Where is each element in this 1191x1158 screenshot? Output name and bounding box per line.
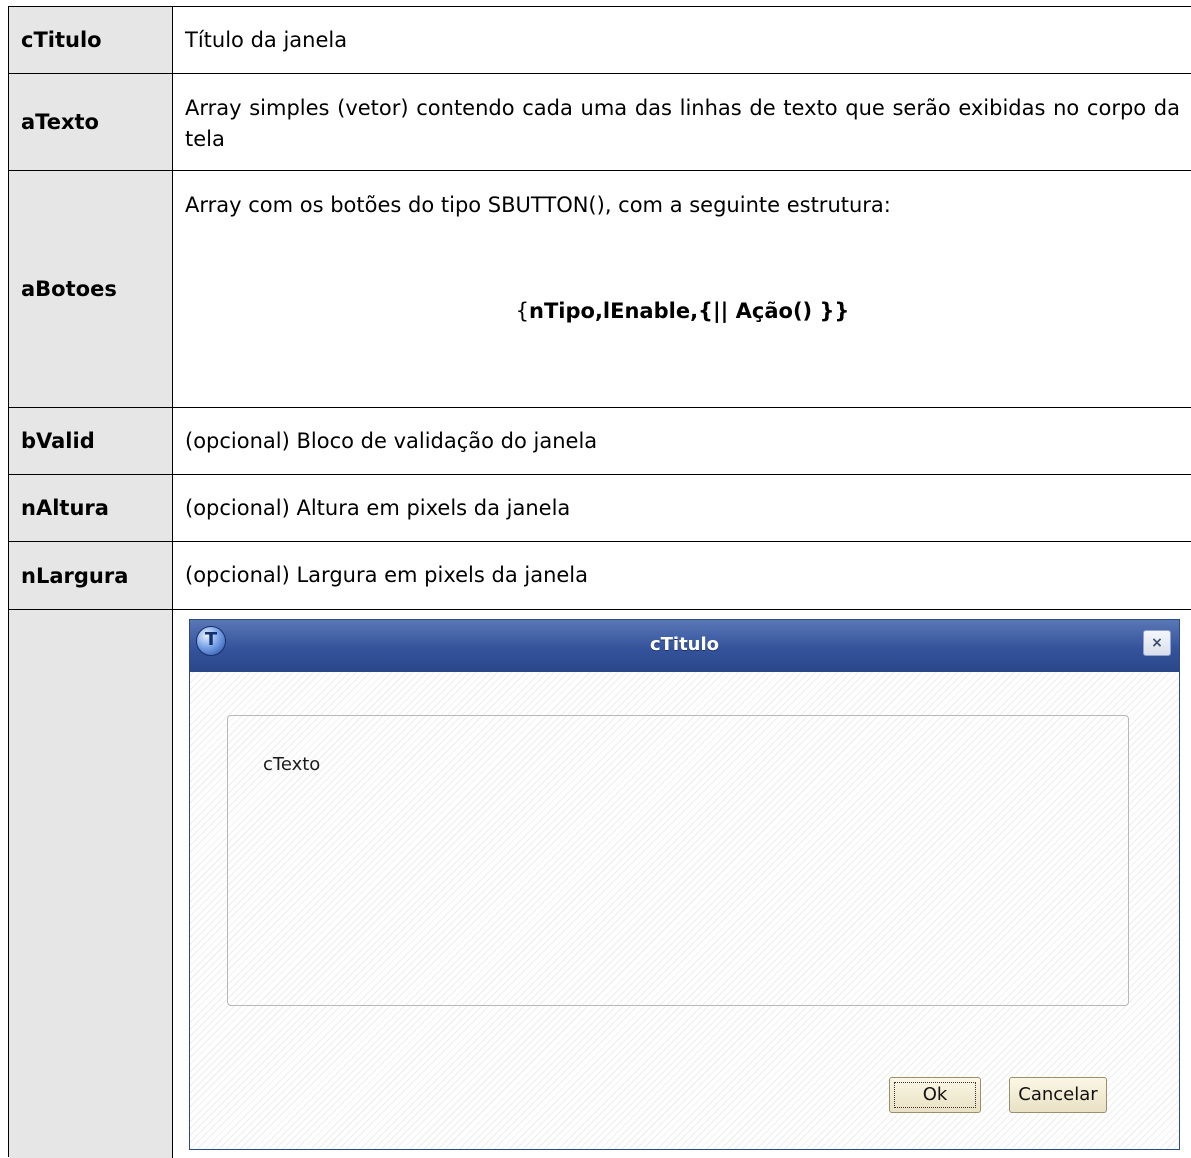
param-description-cell: Array simples (vetor) contendo cada uma … — [173, 74, 1191, 170]
param-description: (opcional) Largura em pixels da janela — [185, 563, 589, 587]
dialog-body-text: cTexto — [263, 754, 321, 775]
empty-name-cell — [9, 610, 173, 1158]
param-name: aTexto — [9, 74, 173, 170]
dialog-window-example: T cTitulo × cTexto Ok Cancelar — [189, 619, 1180, 1150]
table-row-screenshot: T cTitulo × cTexto Ok Cancelar — [9, 610, 1191, 1158]
cancel-button-label: Cancelar — [1018, 1084, 1098, 1105]
code-structure: {nTipo,lEnable,{|| Ação() }} — [173, 296, 1191, 327]
table-row: cTitulo Título da janela — [9, 7, 1191, 74]
table-row: nLargura (opcional) Largura em pixels da… — [9, 542, 1191, 610]
code-brace: { — [515, 299, 530, 323]
param-description-cell: Array com os botões do tipo SBUTTON(), c… — [173, 171, 1191, 407]
dialog-title: cTitulo — [649, 634, 720, 655]
parameter-table: cTitulo Título da janela aTexto Array si… — [8, 6, 1191, 1158]
param-description: (opcional) Altura em pixels da janela — [185, 495, 571, 520]
table-row: nAltura (opcional) Altura em pixels da j… — [9, 475, 1191, 542]
table-row: aBotoes Array com os botões do tipo SBUT… — [9, 171, 1191, 408]
ok-button[interactable]: Ok — [889, 1077, 981, 1113]
table-row: aTexto Array simples (vetor) contendo ca… — [9, 74, 1191, 171]
dialog-titlebar[interactable]: T cTitulo × — [190, 620, 1179, 672]
param-name: cTitulo — [9, 7, 173, 73]
close-icon[interactable]: × — [1143, 630, 1171, 656]
param-description: Título da janela — [185, 27, 348, 52]
param-name: nAltura — [9, 475, 173, 541]
table-row: bValid (opcional) Bloco de validação do … — [9, 408, 1191, 475]
param-description: Array com os botões do tipo SBUTTON(), c… — [185, 193, 891, 217]
param-name: aBotoes — [9, 171, 173, 407]
focus-ring — [894, 1082, 976, 1108]
param-name: nLargura — [9, 542, 173, 609]
text-group-box: cTexto — [227, 715, 1129, 1006]
code-text: nTipo,lEnable,{|| Ação() }} — [529, 299, 850, 323]
param-name: bValid — [9, 408, 173, 474]
param-description: Array simples (vetor) contendo cada uma … — [185, 96, 1180, 151]
cancel-button[interactable]: Cancelar — [1009, 1077, 1107, 1113]
param-description: (opcional) Bloco de validação do janela — [185, 428, 598, 453]
